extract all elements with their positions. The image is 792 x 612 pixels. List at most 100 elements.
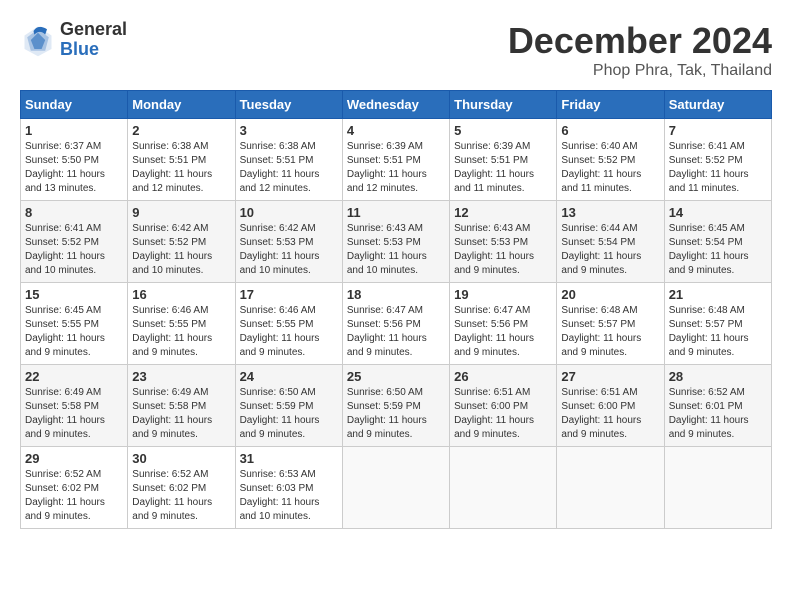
day-info: Sunrise: 6:53 AM Sunset: 6:03 PM Dayligh… [240,468,338,524]
day-number: 21 [669,287,767,302]
day-number: 19 [454,287,552,302]
title-block: December 2024 Phop Phra, Tak, Thailand [508,20,772,80]
calendar-cell: 24 Sunrise: 6:50 AM Sunset: 5:59 PM Dayli… [235,365,342,447]
calendar-week-row: 29 Sunrise: 6:52 AM Sunset: 6:02 PM Dayli… [21,447,772,529]
day-info: Sunrise: 6:40 AM Sunset: 5:52 PM Dayligh… [561,140,659,196]
calendar-week-row: 1Sunrise: 6:37 AM Sunset: 5:50 PM Daylig… [21,119,772,201]
weekday-header-monday: Monday [128,91,235,119]
calendar-cell: 2 Sunrise: 6:38 AM Sunset: 5:51 PM Daylig… [128,119,235,201]
day-number: 20 [561,287,659,302]
calendar-week-row: 15Sunrise: 6:45 AM Sunset: 5:55 PM Dayli… [21,283,772,365]
day-info: Sunrise: 6:42 AM Sunset: 5:53 PM Dayligh… [240,222,338,278]
day-info: Sunrise: 6:43 AM Sunset: 5:53 PM Dayligh… [347,222,445,278]
logo-general-text: General [60,20,127,40]
day-info: Sunrise: 6:46 AM Sunset: 5:55 PM Dayligh… [132,304,230,360]
day-info: Sunrise: 6:50 AM Sunset: 5:59 PM Dayligh… [240,386,338,442]
weekday-header-friday: Friday [557,91,664,119]
day-number: 1 [25,123,123,138]
day-info: Sunrise: 6:38 AM Sunset: 5:51 PM Dayligh… [132,140,230,196]
calendar-cell: 28 Sunrise: 6:52 AM Sunset: 6:01 PM Dayli… [664,365,771,447]
day-info: Sunrise: 6:42 AM Sunset: 5:52 PM Dayligh… [132,222,230,278]
day-info: Sunrise: 6:45 AM Sunset: 5:54 PM Dayligh… [669,222,767,278]
day-info: Sunrise: 6:41 AM Sunset: 5:52 PM Dayligh… [25,222,123,278]
calendar-cell: 31 Sunrise: 6:53 AM Sunset: 6:03 PM Dayli… [235,447,342,529]
calendar-cell: 22Sunrise: 6:49 AM Sunset: 5:58 PM Dayli… [21,365,128,447]
day-info: Sunrise: 6:50 AM Sunset: 5:59 PM Dayligh… [347,386,445,442]
weekday-header-sunday: Sunday [21,91,128,119]
day-info: Sunrise: 6:38 AM Sunset: 5:51 PM Dayligh… [240,140,338,196]
weekday-header-wednesday: Wednesday [342,91,449,119]
day-number: 13 [561,205,659,220]
calendar-cell: 10 Sunrise: 6:42 AM Sunset: 5:53 PM Dayli… [235,201,342,283]
calendar-cell: 26 Sunrise: 6:51 AM Sunset: 6:00 PM Dayli… [450,365,557,447]
calendar-cell: 18Sunrise: 6:47 AM Sunset: 5:56 PM Dayli… [342,283,449,365]
calendar-cell [664,447,771,529]
day-number: 10 [240,205,338,220]
day-info: Sunrise: 6:47 AM Sunset: 5:56 PM Dayligh… [454,304,552,360]
day-info: Sunrise: 6:43 AM Sunset: 5:53 PM Dayligh… [454,222,552,278]
calendar-cell: 17Sunrise: 6:46 AM Sunset: 5:55 PM Dayli… [235,283,342,365]
day-number: 5 [454,123,552,138]
calendar-header-row: SundayMondayTuesdayWednesdayThursdayFrid… [21,91,772,119]
calendar-cell: 13 Sunrise: 6:44 AM Sunset: 5:54 PM Dayli… [557,201,664,283]
day-number: 30 [132,451,230,466]
day-info: Sunrise: 6:39 AM Sunset: 5:51 PM Dayligh… [347,140,445,196]
day-number: 25 [347,369,445,384]
calendar-table: SundayMondayTuesdayWednesdayThursdayFrid… [20,90,772,529]
day-number: 12 [454,205,552,220]
calendar-cell: 30 Sunrise: 6:52 AM Sunset: 6:02 PM Dayli… [128,447,235,529]
day-number: 24 [240,369,338,384]
day-number: 14 [669,205,767,220]
day-info: Sunrise: 6:44 AM Sunset: 5:54 PM Dayligh… [561,222,659,278]
weekday-header-saturday: Saturday [664,91,771,119]
day-number: 16 [132,287,230,302]
day-info: Sunrise: 6:41 AM Sunset: 5:52 PM Dayligh… [669,140,767,196]
calendar-cell: 1Sunrise: 6:37 AM Sunset: 5:50 PM Daylig… [21,119,128,201]
calendar-cell: 23 Sunrise: 6:49 AM Sunset: 5:58 PM Dayli… [128,365,235,447]
day-info: Sunrise: 6:39 AM Sunset: 5:51 PM Dayligh… [454,140,552,196]
calendar-cell: 19 Sunrise: 6:47 AM Sunset: 5:56 PM Dayli… [450,283,557,365]
calendar-cell: 8 Sunrise: 6:41 AM Sunset: 5:52 PM Daylig… [21,201,128,283]
calendar-cell: 25 Sunrise: 6:50 AM Sunset: 5:59 PM Dayli… [342,365,449,447]
calendar-cell: 29 Sunrise: 6:52 AM Sunset: 6:02 PM Dayli… [21,447,128,529]
calendar-cell [342,447,449,529]
day-info: Sunrise: 6:46 AM Sunset: 5:55 PM Dayligh… [240,304,338,360]
location-text: Phop Phra, Tak, Thailand [508,62,772,80]
calendar-cell: 16 Sunrise: 6:46 AM Sunset: 5:55 PM Dayli… [128,283,235,365]
day-number: 29 [25,451,123,466]
calendar-cell: 4 Sunrise: 6:39 AM Sunset: 5:51 PM Daylig… [342,119,449,201]
logo: General Blue [20,20,127,60]
calendar-cell: 7Sunrise: 6:41 AM Sunset: 5:52 PM Daylig… [664,119,771,201]
calendar-cell: 14 Sunrise: 6:45 AM Sunset: 5:54 PM Dayli… [664,201,771,283]
calendar-week-row: 8 Sunrise: 6:41 AM Sunset: 5:52 PM Daylig… [21,201,772,283]
day-number: 22 [25,369,123,384]
calendar-cell: 5 Sunrise: 6:39 AM Sunset: 5:51 PM Daylig… [450,119,557,201]
day-info: Sunrise: 6:51 AM Sunset: 6:00 PM Dayligh… [561,386,659,442]
day-info: Sunrise: 6:52 AM Sunset: 6:02 PM Dayligh… [25,468,123,524]
day-info: Sunrise: 6:52 AM Sunset: 6:02 PM Dayligh… [132,468,230,524]
weekday-header-thursday: Thursday [450,91,557,119]
day-number: 8 [25,205,123,220]
day-number: 26 [454,369,552,384]
day-number: 18 [347,287,445,302]
day-number: 4 [347,123,445,138]
calendar-cell: 15Sunrise: 6:45 AM Sunset: 5:55 PM Dayli… [21,283,128,365]
calendar-cell: 20Sunrise: 6:48 AM Sunset: 5:57 PM Dayli… [557,283,664,365]
day-number: 23 [132,369,230,384]
day-info: Sunrise: 6:48 AM Sunset: 5:57 PM Dayligh… [669,304,767,360]
calendar-cell: 11Sunrise: 6:43 AM Sunset: 5:53 PM Dayli… [342,201,449,283]
day-number: 31 [240,451,338,466]
day-info: Sunrise: 6:45 AM Sunset: 5:55 PM Dayligh… [25,304,123,360]
day-number: 2 [132,123,230,138]
calendar-cell: 6Sunrise: 6:40 AM Sunset: 5:52 PM Daylig… [557,119,664,201]
calendar-week-row: 22 Sunrise: 6:49 AM Sunset: 5:58 PM Dayli… [21,365,772,447]
day-info: Sunrise: 6:52 AM Sunset: 6:01 PM Dayligh… [669,386,767,442]
calendar-cell [557,447,664,529]
logo-blue-text: Blue [60,40,127,60]
day-info: Sunrise: 6:49 AM Sunset: 5:58 PM Dayligh… [132,386,230,442]
logo-text: General Blue [60,20,127,60]
day-info: Sunrise: 6:51 AM Sunset: 6:00 PM Dayligh… [454,386,552,442]
day-number: 9 [132,205,230,220]
day-number: 28 [669,369,767,384]
logo-icon [20,22,56,58]
